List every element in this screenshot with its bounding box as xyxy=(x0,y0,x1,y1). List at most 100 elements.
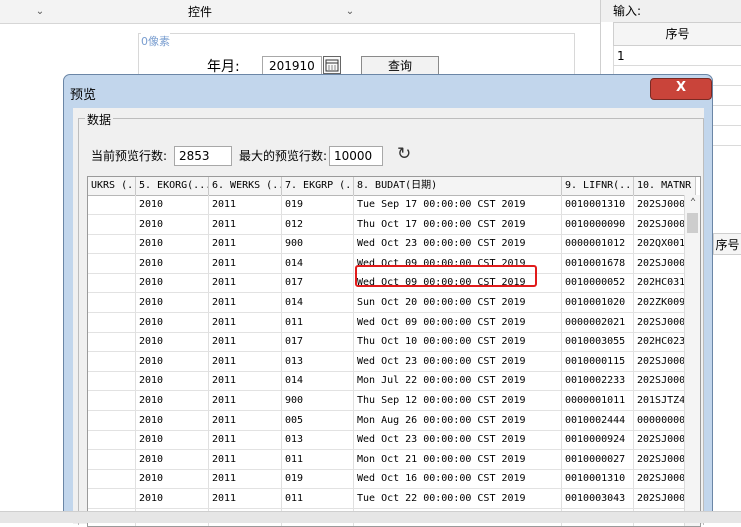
grid-cell[interactable] xyxy=(88,391,136,410)
grid-cell[interactable]: 900 xyxy=(282,234,354,254)
table-row[interactable]: 1 xyxy=(613,46,741,66)
grid-cell[interactable]: 0010002233 xyxy=(562,371,634,391)
grid-cell[interactable]: 2011 xyxy=(209,410,282,430)
grid-cell[interactable] xyxy=(88,214,136,234)
current-rows-field[interactable]: 2853 xyxy=(174,146,232,166)
grid-cell[interactable]: 017 xyxy=(282,332,354,352)
grid-cell[interactable]: 014 xyxy=(282,371,354,391)
grid-cell[interactable]: 2011 xyxy=(209,469,282,489)
grid-cell[interactable] xyxy=(88,234,136,254)
grid-cell[interactable] xyxy=(88,410,136,430)
grid-cell[interactable] xyxy=(88,449,136,469)
table-row[interactable]: 2010 2011 019 Tue Sep 17 00:00:00 CST 2019 0… xyxy=(88,195,696,215)
grid-cell[interactable] xyxy=(88,430,136,450)
grid-cell[interactable]: 2011 xyxy=(209,449,282,469)
max-rows-field[interactable]: 10000 xyxy=(329,146,383,166)
grid-cell[interactable] xyxy=(88,332,136,352)
grid-cell[interactable]: 014 xyxy=(282,253,354,273)
grid-cell[interactable]: Wed Oct 23 00:00:00 CST 2019 xyxy=(354,430,562,450)
scroll-thumb[interactable] xyxy=(687,213,698,233)
table-row[interactable]: 2010 2011 019 Wed Oct 16 00:00:00 CST 2019 0… xyxy=(88,469,696,490)
grid-cell[interactable]: 2010 xyxy=(136,410,209,430)
grid-cell[interactable]: 014 xyxy=(282,293,354,312)
grid-cell[interactable]: 0010001678 xyxy=(562,253,634,273)
grid-cell[interactable]: 0010003055 xyxy=(562,332,634,352)
grid-cell[interactable] xyxy=(88,253,136,273)
grid-cell[interactable]: 2010 xyxy=(136,351,209,371)
grid-cell[interactable]: 2010 xyxy=(136,234,209,254)
grid-cell[interactable]: 019 xyxy=(282,469,354,489)
grid-cell[interactable]: 2011 xyxy=(209,312,282,332)
grid-cell[interactable]: 0010000090 xyxy=(562,214,634,234)
grid-cell[interactable]: Wed Oct 09 00:00:00 CST 2019 xyxy=(354,312,562,332)
grid-cell[interactable]: 2011 xyxy=(209,371,282,391)
grid-cell[interactable]: 013 xyxy=(282,430,354,450)
grid-cell[interactable]: 2010 xyxy=(136,253,209,273)
grid-cell[interactable]: 011 xyxy=(282,312,354,332)
grid-cell[interactable]: Wed Oct 23 00:00:00 CST 2019 xyxy=(354,351,562,371)
table-row[interactable]: 2010 2011 900 Wed Oct 23 00:00:00 CST 2019 0… xyxy=(88,234,696,255)
grid-cell[interactable]: 0000002021 xyxy=(562,312,634,332)
grid-cell[interactable]: 2010 xyxy=(136,371,209,391)
grid-cell[interactable]: 2011 xyxy=(209,430,282,450)
grid-cell[interactable]: 2010 xyxy=(136,449,209,469)
grid-cell[interactable]: 0010001310 xyxy=(562,469,634,489)
table-row[interactable]: 2010 2011 011 Tue Oct 22 00:00:00 CST 2019 0… xyxy=(88,489,696,509)
grid-cell[interactable]: 2010 xyxy=(136,430,209,450)
grid-cell[interactable] xyxy=(88,195,136,214)
vertical-scrollbar[interactable]: ⌃ xyxy=(684,195,700,526)
grid-cell[interactable]: 0010002444 xyxy=(562,410,634,430)
grid-cell[interactable]: 2011 xyxy=(209,234,282,254)
grid-cell[interactable]: 005 xyxy=(282,410,354,430)
grid-cell[interactable]: 2011 xyxy=(209,273,282,293)
grid-cell[interactable] xyxy=(88,489,136,508)
grid-cell[interactable]: 2011 xyxy=(209,195,282,214)
grid-column-header[interactable]: 6. WERKS (... xyxy=(209,177,282,195)
grid-cell[interactable]: 2011 xyxy=(209,351,282,371)
grid-cell[interactable]: 0000001011 xyxy=(562,391,634,410)
grid-cell[interactable]: 2011 xyxy=(209,214,282,234)
grid-cell[interactable]: 012 xyxy=(282,214,354,234)
table-row[interactable]: 2010 2011 011 Wed Oct 09 00:00:00 CST 2019 0… xyxy=(88,312,696,333)
table-row[interactable]: 2010 2011 013 Wed Oct 23 00:00:00 CST 2019 0… xyxy=(88,351,696,372)
grid-cell[interactable]: 2010 xyxy=(136,332,209,352)
grid-cell[interactable]: 0010000924 xyxy=(562,430,634,450)
grid-cell[interactable]: 900 xyxy=(282,391,354,410)
refresh-icon[interactable]: ↻ xyxy=(397,144,411,164)
grid-cell[interactable] xyxy=(88,371,136,391)
table-row[interactable]: 2010 2011 012 Thu Oct 17 00:00:00 CST 2019 0… xyxy=(88,214,696,235)
table-row[interactable]: 2010 2011 013 Wed Oct 23 00:00:00 CST 2019 0… xyxy=(88,430,696,451)
grid-cell[interactable]: 019 xyxy=(282,195,354,214)
grid-column-header[interactable]: 5. EKORG(... xyxy=(136,177,209,195)
table-row[interactable]: 2010 2011 011 Mon Oct 21 00:00:00 CST 2019 0… xyxy=(88,449,696,470)
grid-cell[interactable]: 011 xyxy=(282,489,354,508)
grid-cell[interactable]: 2010 xyxy=(136,391,209,410)
grid-cell[interactable]: Tue Sep 17 00:00:00 CST 2019 xyxy=(354,195,562,214)
close-button[interactable]: X xyxy=(650,78,712,100)
grid-cell[interactable] xyxy=(88,469,136,489)
grid-cell[interactable]: 2011 xyxy=(209,253,282,273)
grid-cell[interactable]: Wed Oct 23 00:00:00 CST 2019 xyxy=(354,234,562,254)
grid-column-header[interactable]: 10. MATNR xyxy=(634,177,696,195)
grid-cell[interactable]: Tue Oct 22 00:00:00 CST 2019 xyxy=(354,489,562,508)
grid-cell[interactable]: Thu Sep 12 00:00:00 CST 2019 xyxy=(354,391,562,410)
grid-cell[interactable]: 2010 xyxy=(136,214,209,234)
grid-cell[interactable]: 2011 xyxy=(209,489,282,508)
grid-cell[interactable]: 0010003043 xyxy=(562,489,634,508)
grid-cell[interactable]: 0010001310 xyxy=(562,195,634,214)
grid-cell[interactable]: 2010 xyxy=(136,273,209,293)
grid-cell[interactable]: 011 xyxy=(282,449,354,469)
grid-cell[interactable]: 2010 xyxy=(136,469,209,489)
grid-cell[interactable]: 2011 xyxy=(209,391,282,410)
seq-column-header-2[interactable]: 序号 xyxy=(713,233,741,255)
grid-cell[interactable]: 0010000052 xyxy=(562,273,634,293)
grid-cell[interactable]: Mon Oct 21 00:00:00 CST 2019 xyxy=(354,449,562,469)
grid-cell[interactable]: 0010001020 xyxy=(562,293,634,312)
grid-column-header[interactable]: 9. LIFNR(... xyxy=(562,177,634,195)
grid-cell[interactable]: Thu Oct 17 00:00:00 CST 2019 xyxy=(354,214,562,234)
table-row[interactable]: 2010 2011 014 Sun Oct 20 00:00:00 CST 2019 0… xyxy=(88,293,696,313)
grid-cell[interactable] xyxy=(88,273,136,293)
grid-column-header[interactable]: 8. BUDAT(日期) xyxy=(354,177,562,195)
calendar-icon[interactable] xyxy=(323,56,341,74)
table-row[interactable]: 2010 2011 014 Mon Jul 22 00:00:00 CST 2019 0… xyxy=(88,371,696,392)
